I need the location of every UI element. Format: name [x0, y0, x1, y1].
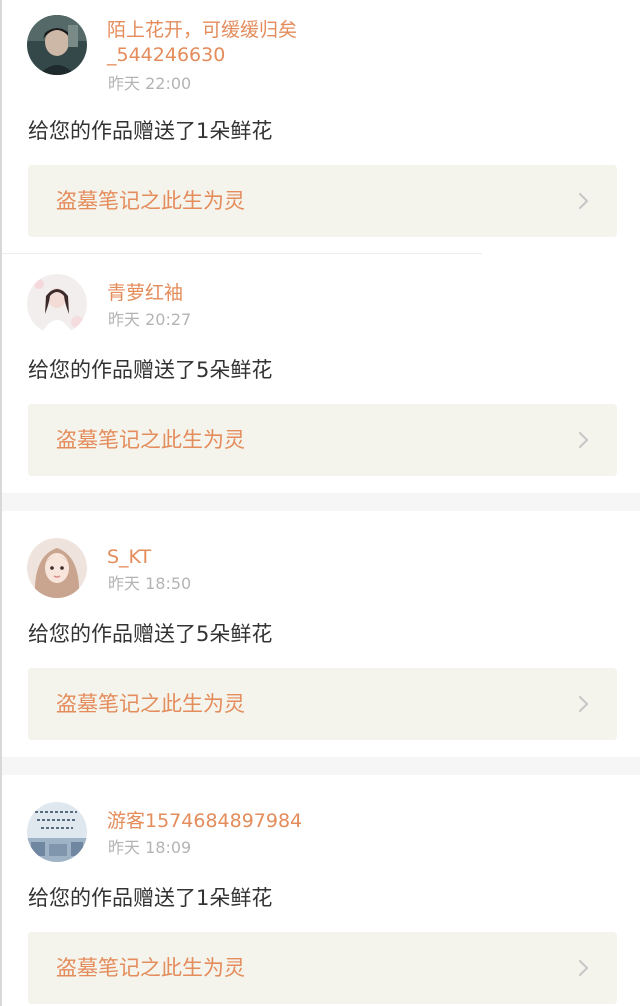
work-link-card[interactable]: 盗墓笔记之此生为灵	[28, 668, 617, 740]
timestamp: 昨天 18:50	[108, 574, 192, 593]
chevron-right-icon	[579, 432, 588, 448]
gift-message: 给您的作品赠送了5朵鲜花	[28, 622, 273, 646]
avatar-image	[27, 802, 87, 862]
chevron-right-icon	[579, 960, 588, 976]
gift-message: 给您的作品赠送了1朵鲜花	[28, 886, 273, 910]
work-link-card[interactable]: 盗墓笔记之此生为灵	[28, 404, 617, 476]
username[interactable]: 青萝红袖	[107, 281, 347, 306]
username[interactable]: 游客1574684897984	[107, 809, 347, 834]
gift-notification-feed: 陌上花开，可缓缓归矣 _544246630 昨天 22:00 给您的作品赠送了1…	[0, 0, 640, 1006]
work-title: 盗墓笔记之此生为灵	[56, 692, 245, 716]
gift-message: 给您的作品赠送了1朵鲜花	[28, 119, 273, 143]
gift-message: 给您的作品赠送了5朵鲜花	[28, 358, 273, 382]
avatar-image	[27, 15, 87, 75]
work-title: 盗墓笔记之此生为灵	[56, 956, 245, 980]
notification-item: 青萝红袖 昨天 20:27 给您的作品赠送了5朵鲜花 盗墓笔记之此生为灵	[2, 260, 640, 496]
chevron-right-icon	[579, 696, 588, 712]
notification-item: S_KT 昨天 18:50 给您的作品赠送了5朵鲜花 盗墓笔记之此生为灵	[2, 511, 640, 747]
username[interactable]: S_KT	[107, 545, 347, 570]
work-link-card[interactable]: 盗墓笔记之此生为灵	[28, 165, 617, 237]
work-link-card[interactable]: 盗墓笔记之此生为灵	[28, 932, 617, 1004]
section-divider	[2, 493, 640, 511]
avatar-image	[27, 538, 87, 598]
avatar[interactable]	[27, 274, 87, 334]
notification-item: 游客1574684897984 昨天 18:09 给您的作品赠送了1朵鲜花 盗墓…	[2, 775, 640, 1006]
work-title: 盗墓笔记之此生为灵	[56, 189, 245, 213]
notification-item: 陌上花开，可缓缓归矣 _544246630 昨天 22:00 给您的作品赠送了1…	[2, 0, 640, 237]
avatar-image	[27, 274, 87, 334]
username[interactable]: 陌上花开，可缓缓归矣 _544246630	[107, 18, 347, 68]
item-divider	[2, 253, 482, 254]
section-divider	[2, 757, 640, 775]
avatar[interactable]	[27, 15, 87, 75]
avatar[interactable]	[27, 802, 87, 862]
timestamp: 昨天 22:00	[108, 74, 192, 93]
timestamp: 昨天 18:09	[108, 838, 192, 857]
work-title: 盗墓笔记之此生为灵	[56, 428, 245, 452]
chevron-right-icon	[579, 193, 588, 209]
timestamp: 昨天 20:27	[108, 310, 192, 329]
avatar[interactable]	[27, 538, 87, 598]
